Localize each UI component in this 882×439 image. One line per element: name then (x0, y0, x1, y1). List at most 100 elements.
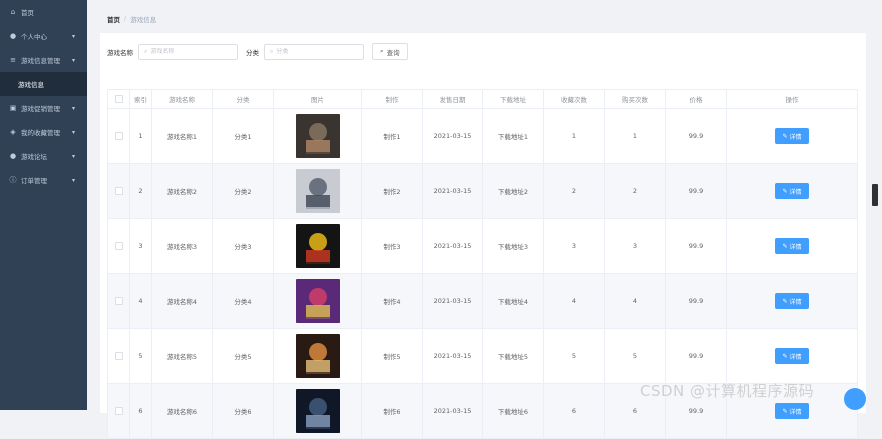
cell-maker: 制作1 (361, 108, 423, 164)
cell-category: 分类5 (212, 328, 274, 384)
sidebar-item-4[interactable]: ▣ 游戏促销管理 ▾ (0, 96, 87, 120)
table-row: 2 游戏名称2 分类2 制作2 2021-03-15 下载地址2 2 2 99.9 ✎ 详情 (107, 163, 858, 219)
image-cell (273, 108, 362, 164)
sidebar-item-5[interactable]: ◈ 我的收藏管理 ▾ (0, 120, 87, 144)
sidebar-item-label: 首页 (21, 9, 34, 17)
column-header: 购买次数 (604, 89, 666, 109)
image-cell (273, 273, 362, 329)
chevron-down-icon: ▾ (71, 32, 75, 40)
query-button-label: 查询 (386, 49, 400, 57)
select-all-checkbox-cell[interactable] (107, 89, 130, 109)
column-header: 制作 (361, 89, 423, 109)
search-icon: ⌕ (380, 47, 384, 55)
game-cover-image (295, 279, 340, 323)
sidebar-item-label: 我的收藏管理 (21, 129, 60, 137)
column-header: 下载地址 (482, 89, 544, 109)
submenu-item-game-info[interactable]: 游戏信息 (0, 72, 87, 96)
column-header: 价格 (665, 89, 727, 109)
row-checkbox-cell[interactable] (107, 163, 130, 219)
cell-maker: 制作3 (361, 218, 423, 274)
info-icon: ⓘ (9, 176, 17, 184)
row-checkbox[interactable] (114, 187, 123, 195)
cell-download: 下载地址4 (482, 273, 544, 329)
breadcrumb-separator: / (124, 14, 127, 22)
detail-button[interactable]: ✎ 详情 (775, 238, 809, 254)
row-checkbox-cell[interactable] (107, 273, 130, 329)
edit-icon: ✎ (782, 353, 788, 360)
user-icon: ● (9, 32, 17, 40)
game-cover-image (295, 224, 340, 268)
breadcrumb-current: 游戏信息 (130, 16, 157, 24)
action-cell: ✎ 详情 (726, 108, 858, 164)
detail-button[interactable]: ✎ 详情 (775, 348, 809, 364)
cell-date: 2021-03-15 (422, 163, 483, 219)
select-all-checkbox[interactable] (114, 95, 123, 103)
cell-maker: 制作4 (361, 273, 423, 329)
row-checkbox[interactable] (114, 352, 123, 360)
row-checkbox[interactable] (114, 242, 123, 250)
cell-download: 下载地址1 (482, 108, 544, 164)
floating-action-button[interactable] (844, 388, 866, 410)
cell-favorites: 5 (543, 328, 605, 384)
sidebar-item-0[interactable]: ⌂ 首页 (0, 0, 87, 24)
sidebar-item-label: 游戏促销管理 (21, 105, 60, 113)
edit-icon: ✎ (782, 243, 788, 250)
cell-date: 2021-03-15 (422, 328, 483, 384)
sidebar-item-6[interactable]: ● 游戏论坛 ▾ (0, 144, 87, 168)
row-checkbox[interactable] (114, 407, 123, 415)
main-panel: 游戏名称 ⌕ 分类 ⌕ ⌕ 查询 索引游戏名称分类图片制作发售日期下载地址收藏次… (100, 33, 866, 439)
detail-button[interactable]: ✎ 详情 (775, 293, 809, 309)
cell-purchases: 3 (604, 218, 666, 274)
cell-date: 2021-03-15 (422, 383, 483, 439)
row-checkbox-cell[interactable] (107, 218, 130, 274)
cell-download: 下载地址6 (482, 383, 544, 439)
detail-button-label: 详情 (789, 299, 802, 306)
breadcrumb-home[interactable]: 首页 (107, 14, 120, 24)
detail-button[interactable]: ✎ 详情 (775, 403, 809, 419)
row-checkbox[interactable] (114, 132, 123, 140)
cell-name: 游戏名称6 (151, 383, 213, 439)
column-header: 图片 (273, 89, 362, 109)
sidebar-item-7[interactable]: ⓘ 订单管理 ▾ (0, 168, 87, 192)
cell-category: 分类1 (212, 108, 274, 164)
cell-category: 分类6 (212, 383, 274, 439)
category-label: 分类 (246, 48, 259, 57)
cell-price: 99.9 (665, 328, 727, 384)
user-icon: ● (9, 152, 17, 160)
category-field[interactable]: ⌕ (264, 43, 364, 60)
category-input[interactable] (276, 48, 357, 55)
cell-index: 1 (129, 108, 152, 164)
cell-purchases: 2 (604, 163, 666, 219)
image-cell (273, 218, 362, 274)
image-cell (273, 163, 362, 219)
scrollbar-handle[interactable] (872, 184, 878, 206)
game-name-input[interactable] (150, 48, 231, 55)
edit-icon: ✎ (782, 133, 788, 140)
cell-index: 6 (129, 383, 152, 439)
row-checkbox[interactable] (114, 297, 123, 305)
sidebar-item-1[interactable]: ● 个人中心 ▾ (0, 24, 87, 48)
row-checkbox-cell[interactable] (107, 383, 130, 439)
cell-date: 2021-03-15 (422, 273, 483, 329)
cell-index: 4 (129, 273, 152, 329)
sidebar: ⌂ 首页 ● 个人中心 ▾ ≡ 游戏信息管理 ▾ 游戏信息 ▣ 游戏促销管理 ▾ ◈ 我的收藏管理 ▾ ● 游戏… (0, 0, 87, 410)
detail-button[interactable]: ✎ 详情 (775, 128, 809, 144)
game-cover-image (295, 334, 340, 378)
detail-button-label: 详情 (789, 134, 802, 141)
action-cell: ✎ 详情 (726, 328, 858, 384)
cell-name: 游戏名称5 (151, 328, 213, 384)
row-checkbox-cell[interactable] (107, 328, 130, 384)
sidebar-item-2[interactable]: ≡ 游戏信息管理 ▾ (0, 48, 87, 72)
action-cell: ✎ 详情 (726, 218, 858, 274)
watermark: CSDN @计算机程序源码 (640, 382, 815, 400)
row-checkbox-cell[interactable] (107, 108, 130, 164)
chevron-down-icon: ▾ (71, 104, 75, 112)
detail-button-label: 详情 (789, 244, 802, 251)
table-row: 3 游戏名称3 分类3 制作3 2021-03-15 下载地址3 3 3 99.9 ✎ 详情 (107, 218, 858, 274)
search-icon: ⌕ (144, 47, 148, 55)
table-row: 1 游戏名称1 分类1 制作1 2021-03-15 下载地址1 1 1 99.9 ✎ 详情 (107, 108, 858, 164)
query-button[interactable]: ⌕ 查询 (372, 43, 408, 60)
game-name-field[interactable]: ⌕ (138, 43, 238, 60)
detail-button[interactable]: ✎ 详情 (775, 183, 809, 199)
game-cover-image (295, 114, 340, 158)
